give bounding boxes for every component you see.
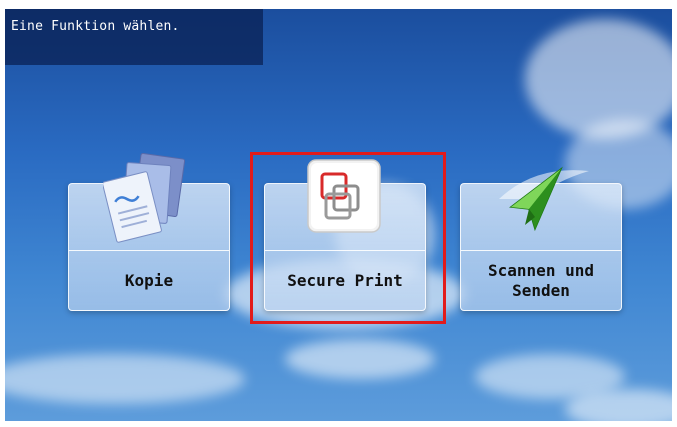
paper-plane-icon xyxy=(499,166,589,232)
instruction-text: Eine Funktion wählen. xyxy=(11,19,180,34)
touch-panel-screen: Eine Funktion wählen. Kopie Secure Print… xyxy=(5,9,672,421)
cloud-decoration xyxy=(285,339,435,379)
tile-divider xyxy=(461,250,621,251)
selection-highlight-frame xyxy=(250,152,446,324)
header-bar: Eine Funktion wählen. xyxy=(5,9,263,65)
scan-and-send-label: Scannen und Senden xyxy=(488,261,594,300)
tile-divider xyxy=(69,250,229,251)
copy-documents-icon xyxy=(103,152,186,243)
cloud-decoration xyxy=(5,354,245,404)
cloud-decoration xyxy=(525,19,672,139)
copy-label: Kopie xyxy=(124,271,174,290)
